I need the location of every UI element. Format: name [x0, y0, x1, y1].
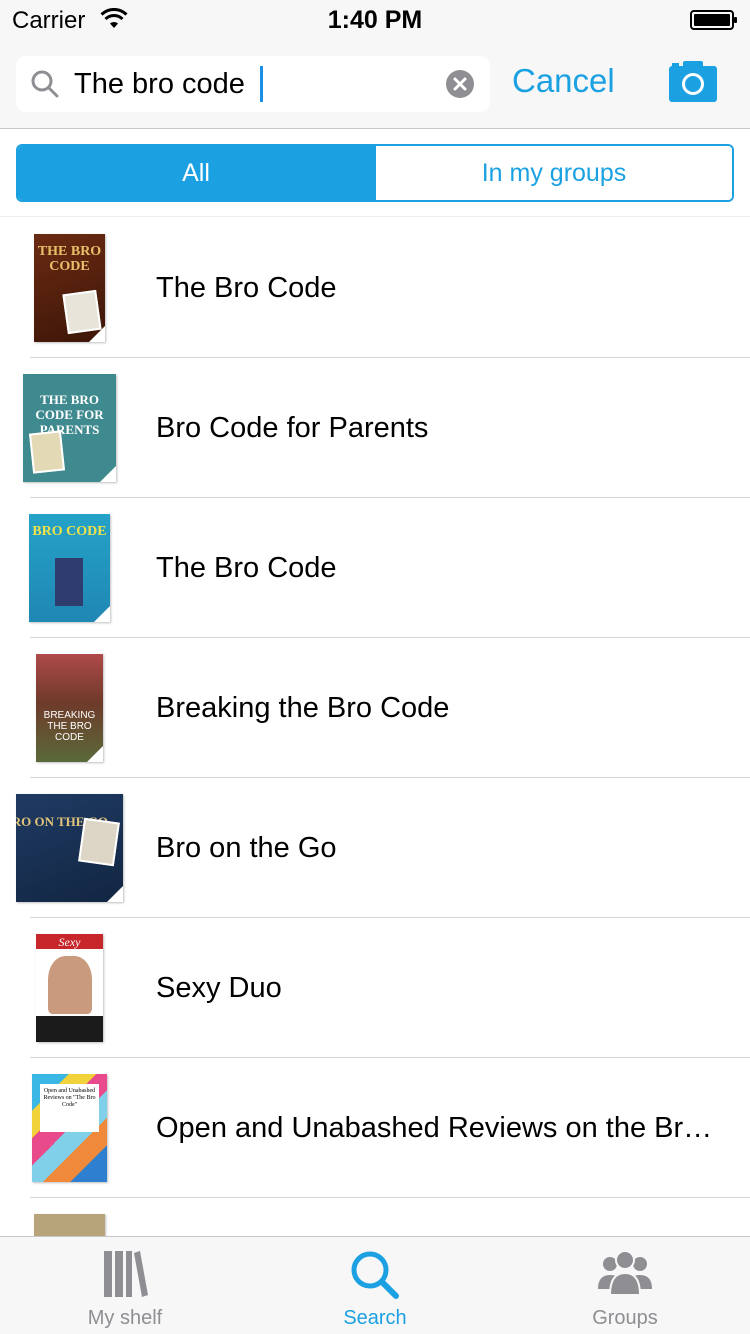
- search-results-list: THE BRO CODE The Bro Code THE BRO CODE F…: [0, 218, 750, 1236]
- book-cover: BRO ON THE GO: [16, 794, 123, 902]
- book-cover: BREAKING THE BRO CODE: [36, 654, 103, 762]
- tab-label: My shelf: [87, 1307, 163, 1329]
- text-cursor: [260, 66, 263, 102]
- book-cover: THE BRO CODE FOR PARENTS: [23, 374, 116, 482]
- segment-area: All In my groups: [0, 129, 750, 217]
- search-header: Cancel: [0, 40, 750, 129]
- search-icon: [31, 70, 59, 98]
- tab-label: Groups: [592, 1307, 658, 1329]
- tab-search[interactable]: Search: [250, 1237, 500, 1334]
- people-icon: [598, 1250, 652, 1296]
- result-title: Bro Code for Parents: [156, 412, 429, 444]
- search-input[interactable]: [74, 65, 434, 103]
- search-field[interactable]: [16, 56, 490, 112]
- result-row[interactable]: BREAKING THE BRO CODE Breaking the Bro C…: [0, 638, 750, 778]
- tab-my-shelf[interactable]: My shelf: [0, 1237, 250, 1334]
- book-cover: Open and Unabashed Reviews on "The Bro C…: [32, 1074, 107, 1182]
- result-row[interactable]: Open and Unabashed Reviews on "The Bro C…: [0, 1058, 750, 1198]
- result-title: [156, 1198, 730, 1236]
- search-icon: [351, 1251, 399, 1299]
- clear-search-button[interactable]: [446, 70, 474, 98]
- result-row[interactable]: BRO ON THE GO Bro on the Go: [0, 778, 750, 918]
- result-title: Breaking the Bro Code: [156, 692, 450, 724]
- book-cover: THE BRO CODE: [34, 234, 105, 342]
- result-row[interactable]: THE BRO CODE The Bro Code: [0, 218, 750, 358]
- book-cover: Sexy: [36, 934, 103, 1042]
- close-icon: [453, 77, 467, 91]
- result-title: Sexy Duo: [156, 972, 282, 1004]
- result-row[interactable]: [0, 1198, 750, 1236]
- book-cover: BRO CODE: [29, 514, 110, 622]
- status-bar: Carrier 1:40 PM: [0, 0, 750, 40]
- clock: 1:40 PM: [327, 6, 423, 34]
- result-row[interactable]: Sexy Sexy Duo: [0, 918, 750, 1058]
- tab-bar: My shelf Search Groups: [0, 1236, 750, 1334]
- book-cover: [34, 1214, 105, 1236]
- camera-icon[interactable]: [666, 60, 720, 104]
- result-title: The Bro Code: [156, 552, 337, 584]
- battery-icon: [690, 10, 737, 30]
- books-icon: [104, 1251, 148, 1297]
- segment-in-my-groups[interactable]: In my groups: [374, 146, 732, 200]
- result-title: Open and Unabashed Reviews on the Br…: [156, 1112, 713, 1144]
- segment-all[interactable]: All: [18, 146, 374, 200]
- result-row[interactable]: THE BRO CODE FOR PARENTS Bro Code for Pa…: [0, 358, 750, 498]
- tab-label: Search: [343, 1307, 407, 1329]
- cancel-button[interactable]: Cancel: [512, 62, 615, 100]
- result-row[interactable]: BRO CODE The Bro Code: [0, 498, 750, 638]
- scope-segmented-control: All In my groups: [16, 144, 734, 202]
- result-title: The Bro Code: [156, 272, 337, 304]
- result-title: Bro on the Go: [156, 832, 337, 864]
- tab-groups[interactable]: Groups: [500, 1237, 750, 1334]
